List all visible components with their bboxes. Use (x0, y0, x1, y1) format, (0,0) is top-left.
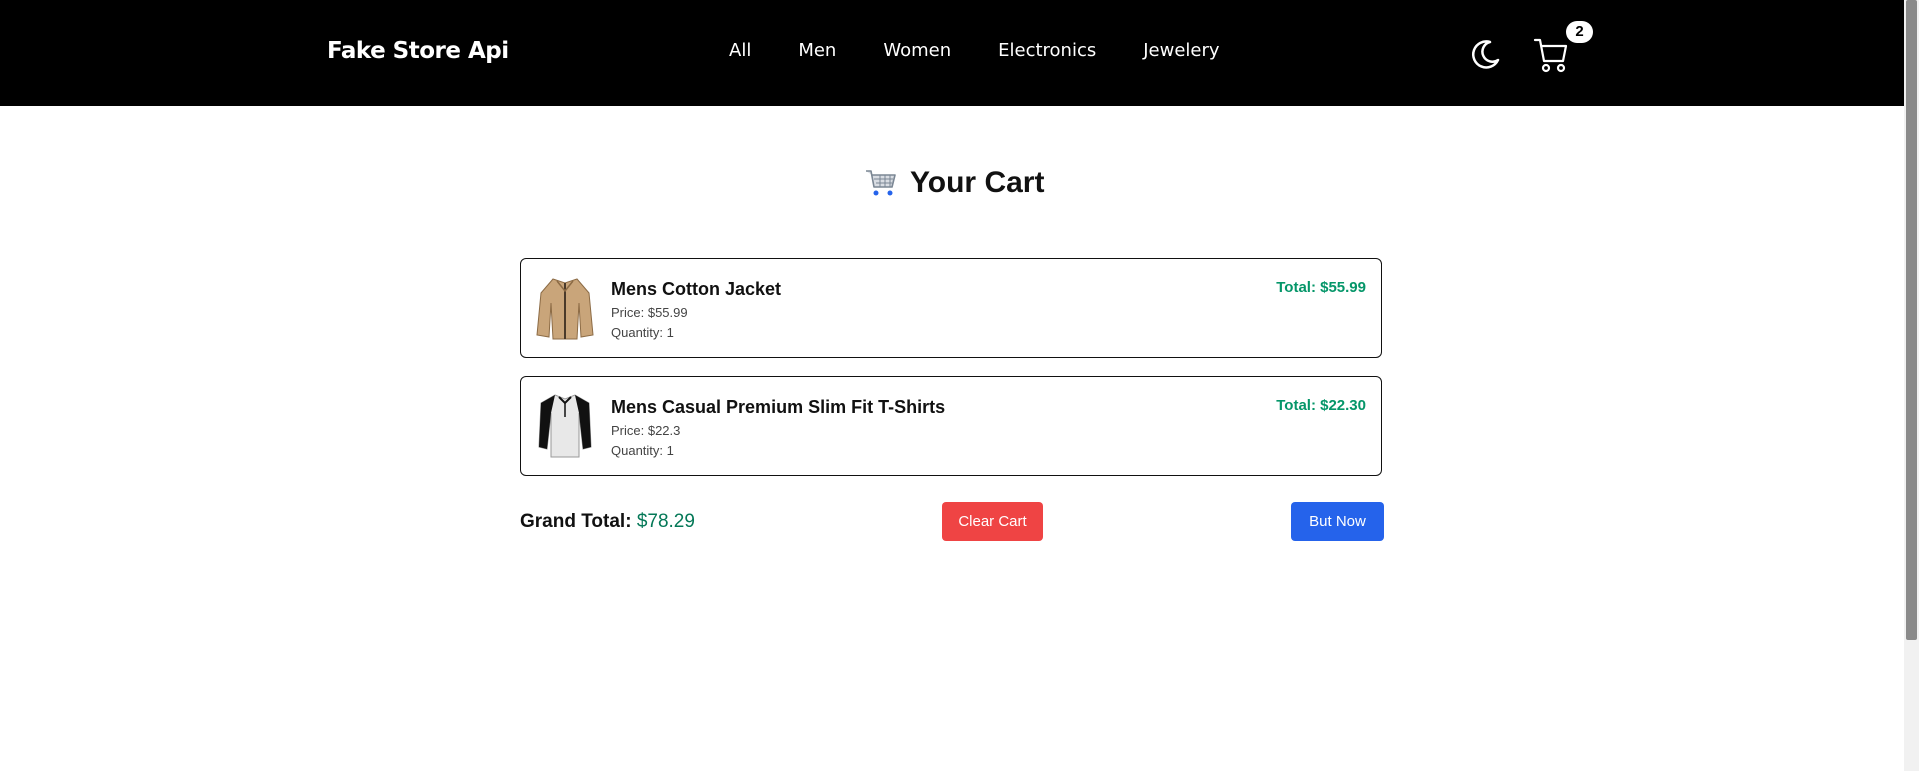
grand-total-label: Grand Total: (520, 511, 632, 532)
item-name: Mens Casual Premium Slim Fit T-Shirts (611, 397, 946, 417)
cart-title: Your Cart (910, 166, 1045, 199)
scrollbar[interactable] (1904, 0, 1919, 771)
item-quantity: Quantity: 1 (611, 325, 674, 340)
nav-links: All Men Women Electronics Jewelery (729, 40, 1267, 61)
item-total: Total: $55.99 (1276, 279, 1366, 296)
scrollbar-thumb[interactable] (1906, 0, 1917, 640)
cart-count-badge: 2 (1566, 21, 1593, 43)
cart-icon[interactable] (1533, 36, 1569, 74)
navbar: Fake Store Api All Men Women Electronics… (0, 0, 1904, 106)
item-price: Price: $55.99 (611, 305, 688, 320)
cart-heading: Your Cart (864, 166, 1044, 200)
nav-link-all[interactable]: All (729, 40, 751, 61)
nav-link-men[interactable]: Men (798, 40, 836, 61)
nav-link-women[interactable]: Women (883, 40, 951, 61)
moon-icon[interactable] (1468, 38, 1502, 72)
shopping-cart-icon (866, 170, 896, 196)
grand-total-value: $78.29 (636, 511, 695, 532)
cart-item: Mens Cotton Jacket Price: $55.99 Quantit… (520, 258, 1382, 358)
item-price: Price: $22.3 (611, 423, 681, 438)
item-name: Mens Cotton Jacket (611, 279, 782, 299)
clear-cart-button[interactable]: Clear Cart (942, 502, 1043, 541)
t-shirt-image (538, 394, 592, 458)
grand-total: Grand Total: $78.29 (520, 511, 695, 533)
nav-link-jewelery[interactable]: Jewelery (1143, 40, 1219, 61)
brand-logo[interactable]: Fake Store Api (327, 38, 509, 64)
jacket-image (536, 278, 594, 340)
nav-link-electronics[interactable]: Electronics (998, 40, 1096, 61)
cart-item: Mens Casual Premium Slim Fit T-Shirts Pr… (520, 376, 1382, 476)
item-quantity: Quantity: 1 (611, 443, 674, 458)
item-total: Total: $22.30 (1276, 397, 1366, 414)
buy-now-button[interactable]: But Now (1291, 502, 1384, 541)
